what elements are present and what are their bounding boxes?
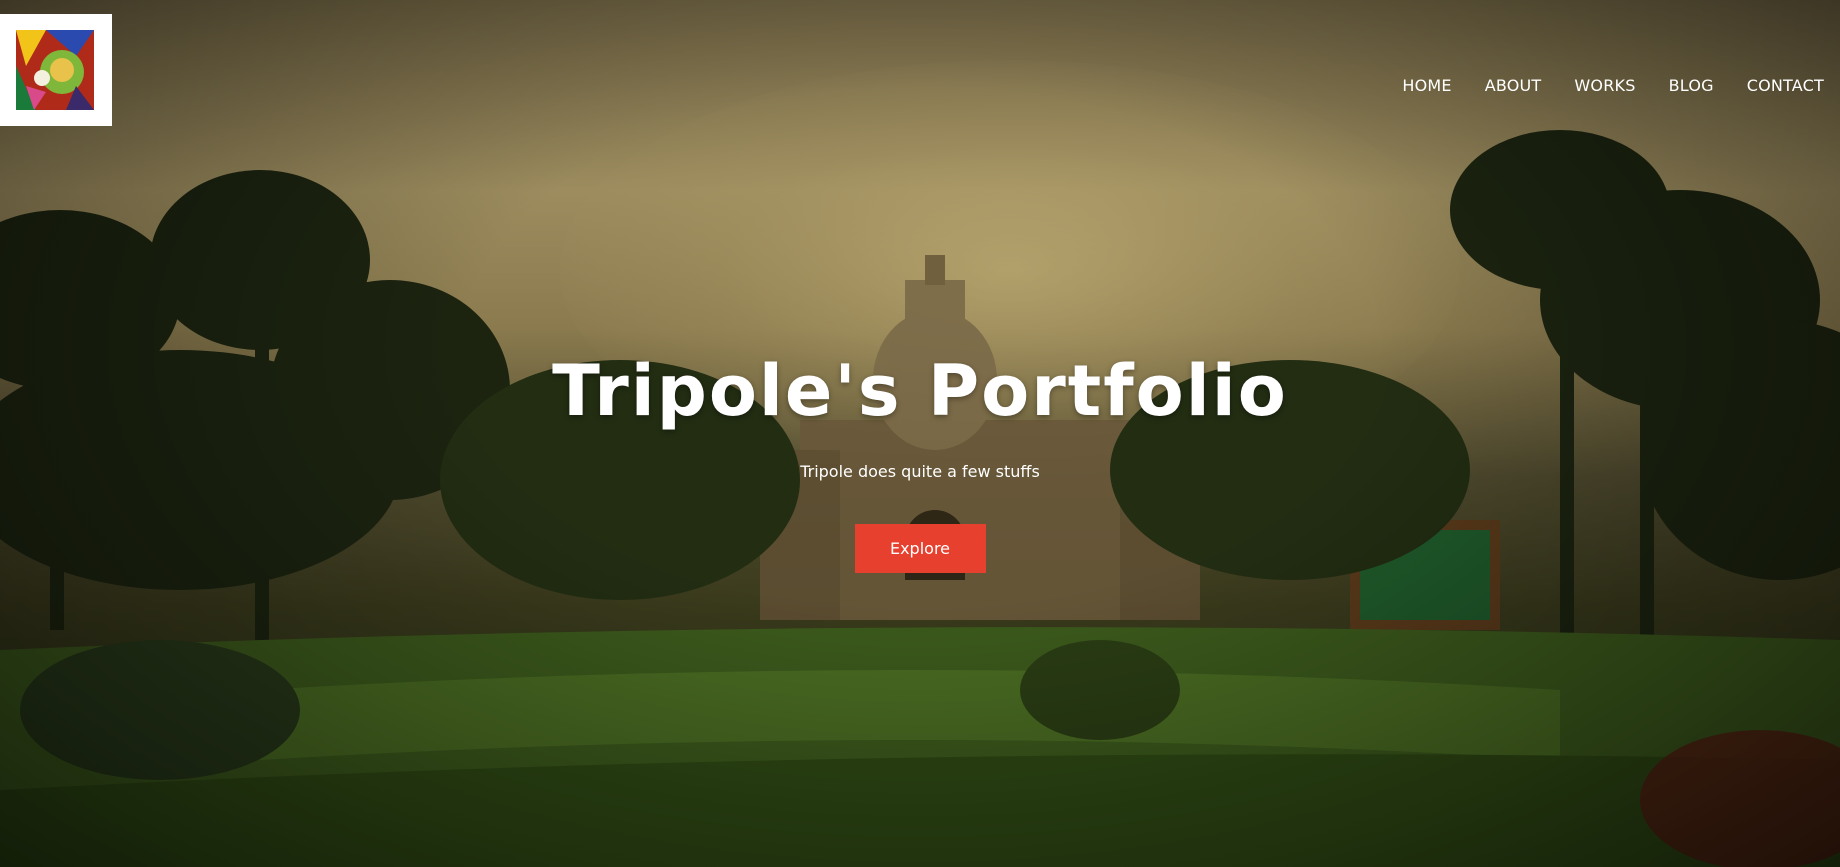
hero-section: HOME ABOUT WORKS BLOG CONTACT Tripole's …	[0, 0, 1840, 867]
main-navigation: HOME ABOUT WORKS BLOG CONTACT	[1369, 76, 1824, 95]
page-title: Tripole's Portfolio	[552, 350, 1288, 432]
explore-button[interactable]: Explore	[854, 524, 986, 573]
nav-about-link[interactable]: ABOUT	[1485, 76, 1542, 95]
hero-subtitle: Tripole does quite a few stuffs	[800, 462, 1040, 481]
site-logo[interactable]	[0, 14, 112, 126]
nav-home-link[interactable]: HOME	[1402, 76, 1451, 95]
hero-content: Tripole's Portfolio Tripole does quite a…	[0, 350, 1840, 573]
kathakali-art-logo-icon	[16, 30, 94, 110]
nav-blog-link[interactable]: BLOG	[1669, 76, 1714, 95]
nav-contact-link[interactable]: CONTACT	[1747, 76, 1824, 95]
nav-works-link[interactable]: WORKS	[1574, 76, 1635, 95]
